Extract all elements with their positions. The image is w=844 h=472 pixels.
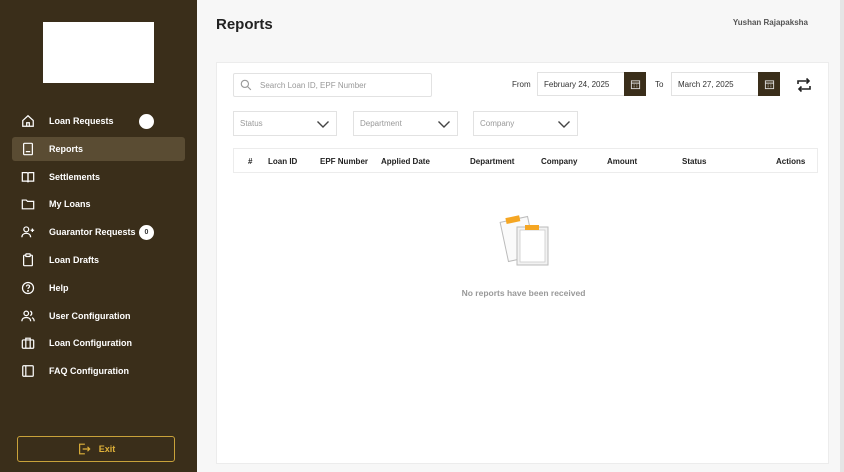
scrollbar[interactable] — [840, 0, 844, 472]
col-amount: Amount — [607, 157, 638, 166]
sidebar-item-label: My Loans — [49, 199, 91, 210]
refresh-icon[interactable] — [795, 76, 813, 94]
guarantor-count-badge: 0 — [139, 225, 154, 241]
chevron-down-icon — [558, 120, 570, 128]
sidebar-item-loan-configuration[interactable]: Loan Configuration — [12, 331, 185, 355]
logo — [43, 22, 154, 83]
empty-clipboard-illustration — [499, 215, 549, 266]
to-date-value: March 27, 2025 — [678, 79, 734, 89]
to-date-field[interactable]: March 27, 2025 — [671, 72, 780, 96]
sidebar-item-label: Reports — [49, 143, 84, 154]
col-number: # — [248, 157, 253, 166]
reports-card: From February 24, 2025 To March 27, 2025… — [216, 62, 829, 464]
sidebar: Loan Requests Reports Settlements My Loa… — [0, 0, 197, 472]
faq-book-icon — [20, 363, 36, 379]
help-icon — [20, 280, 36, 296]
from-date-value: February 24, 2025 — [544, 79, 610, 89]
sidebar-item-user-configuration[interactable]: User Configuration — [12, 304, 185, 328]
calendar-icon[interactable] — [624, 72, 646, 96]
sidebar-item-label: Loan Drafts — [49, 254, 100, 265]
search-box[interactable] — [233, 73, 432, 97]
book-icon — [20, 169, 36, 185]
sidebar-item-my-loans[interactable]: My Loans — [12, 192, 185, 216]
sidebar-item-reports[interactable]: Reports — [12, 136, 185, 161]
exit-label: Exit — [98, 444, 116, 454]
sidebar-item-help[interactable]: Help — [12, 276, 185, 300]
department-placeholder: Department — [360, 119, 402, 128]
clipboard-icon — [20, 252, 36, 268]
status-dropdown[interactable]: Status — [233, 111, 337, 136]
col-epf-number: EPF Number — [320, 157, 369, 166]
user-name[interactable]: Yushan Rajapaksha — [733, 18, 808, 27]
chevron-down-icon — [317, 120, 329, 128]
chevron-down-icon — [438, 120, 450, 128]
sidebar-item-label: Help — [49, 282, 69, 293]
sidebar-item-loan-drafts[interactable]: Loan Drafts — [12, 248, 185, 272]
folder-icon — [20, 196, 36, 212]
main-content: Reports Yushan Rajapaksha From February … — [197, 0, 844, 472]
col-status: Status — [682, 157, 707, 166]
notification-dot — [139, 114, 154, 129]
table-header: # Loan ID EPF Number Applied Date Depart… — [233, 148, 818, 173]
sidebar-item-label: User Configuration — [49, 310, 131, 321]
company-dropdown[interactable]: Company — [473, 111, 578, 136]
sidebar-item-label: Guarantor Requests — [49, 227, 136, 238]
sidebar-item-label: Loan Requests — [49, 116, 114, 126]
sidebar-item-label: FAQ Configuration — [49, 366, 129, 377]
to-label: To — [655, 80, 664, 89]
col-company: Company — [541, 157, 578, 166]
status-placeholder: Status — [240, 119, 263, 128]
page-title: Reports — [216, 16, 273, 33]
search-icon — [240, 79, 252, 91]
col-loan-id: Loan ID — [268, 157, 298, 166]
calendar-icon[interactable] — [758, 72, 780, 96]
user-plus-icon — [20, 224, 36, 240]
col-department: Department — [470, 157, 515, 166]
department-dropdown[interactable]: Department — [353, 111, 458, 136]
users-icon — [20, 308, 36, 324]
exit-button[interactable]: Exit — [17, 436, 175, 462]
sidebar-item-guarantor-requests[interactable]: Guarantor Requests 0 — [12, 220, 185, 244]
search-input[interactable] — [260, 80, 420, 90]
col-applied-date: Applied Date — [381, 157, 430, 166]
home-icon — [20, 113, 36, 129]
report-icon — [20, 141, 36, 157]
empty-state-message: No reports have been received — [461, 288, 586, 298]
from-date-field[interactable]: February 24, 2025 — [537, 72, 646, 96]
sidebar-nav: Loan Requests Reports Settlements My Loa… — [12, 109, 185, 387]
exit-icon — [78, 443, 91, 455]
sidebar-item-label: Loan Configuration — [49, 338, 132, 349]
sidebar-item-settlements[interactable]: Settlements — [12, 165, 185, 189]
sidebar-item-faq-configuration[interactable]: FAQ Configuration — [12, 359, 185, 383]
sidebar-item-label: Settlements — [49, 171, 101, 182]
company-placeholder: Company — [480, 119, 515, 128]
from-label: From — [512, 80, 531, 89]
col-actions: Actions — [776, 157, 806, 166]
briefcase-icon — [20, 335, 36, 351]
sidebar-item-loan-requests[interactable]: Loan Requests — [12, 109, 185, 133]
